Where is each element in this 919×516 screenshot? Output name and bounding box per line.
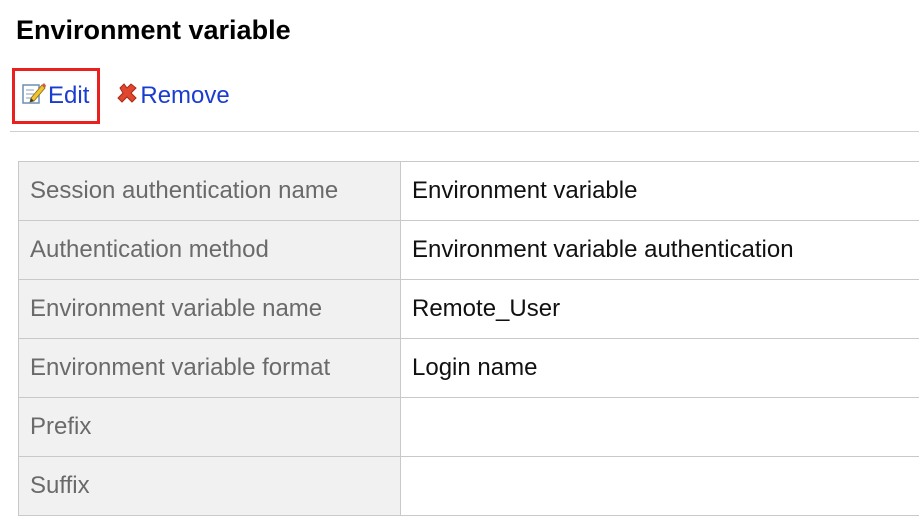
table-row: Environment variable format Login name — [19, 339, 919, 398]
row-value — [401, 457, 919, 516]
divider — [10, 131, 919, 132]
edit-button[interactable]: Edit — [12, 68, 100, 124]
edit-icon — [22, 82, 46, 111]
remove-x-icon — [116, 82, 138, 111]
row-value: Environment variable authentication — [401, 221, 919, 280]
table-row: Session authentication name Environment … — [19, 162, 919, 221]
table-row: Prefix — [19, 398, 919, 457]
page-title: Environment variable — [16, 10, 291, 50]
row-label: Prefix — [19, 398, 401, 457]
row-value — [401, 398, 919, 457]
row-label: Suffix — [19, 457, 401, 516]
table-row: Suffix — [19, 457, 919, 516]
row-value: Environment variable — [401, 162, 919, 221]
details-table: Session authentication name Environment … — [18, 161, 919, 516]
toolbar: Edit Remove — [12, 68, 230, 124]
row-label: Environment variable name — [19, 280, 401, 339]
remove-label: Remove — [140, 82, 229, 110]
edit-label: Edit — [48, 82, 89, 110]
table-row: Environment variable name Remote_User — [19, 280, 919, 339]
row-value: Remote_User — [401, 280, 919, 339]
row-label: Authentication method — [19, 221, 401, 280]
row-value: Login name — [401, 339, 919, 398]
row-label: Session authentication name — [19, 162, 401, 221]
remove-button[interactable]: Remove — [116, 70, 229, 122]
row-label: Environment variable format — [19, 339, 401, 398]
table-row: Authentication method Environment variab… — [19, 221, 919, 280]
